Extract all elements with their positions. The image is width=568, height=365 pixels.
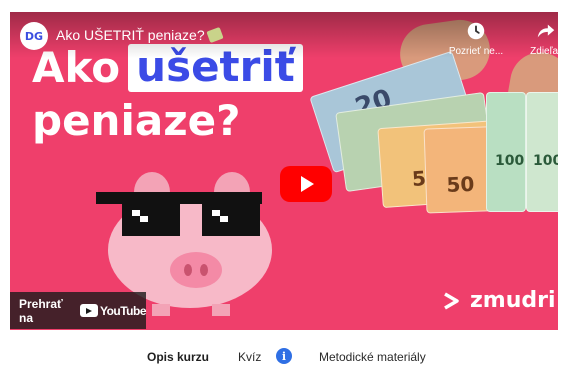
thumbnail-headline: Ako ušetriť peniaze? (32, 44, 303, 142)
share-icon (537, 24, 555, 38)
play-icon (301, 176, 314, 192)
money-emoji-icon (205, 26, 224, 44)
brand-name: zmudri (470, 288, 556, 313)
watch-later-button[interactable]: Pozrieť ne... (446, 20, 506, 57)
share-button[interactable]: Zdieľať (516, 20, 558, 57)
course-tabs: Opis kurzu Kvíz i Metodické materiály (0, 344, 568, 365)
watch-on-youtube-button[interactable]: Prehrať na YouTube (10, 292, 147, 329)
brand-logo: zmudri (442, 288, 556, 313)
banknote-value: 100 (495, 153, 525, 169)
tab-methodical-materials[interactable]: Metodické materiály (319, 350, 426, 364)
course-page: Ako ušetriť peniaze? 20 20 50 50 100 (0, 0, 568, 365)
banknote: 100 (526, 92, 558, 212)
tab-course-description[interactable]: Opis kurzu (147, 350, 209, 364)
clock-icon (467, 22, 485, 40)
banknote: 100 (486, 92, 526, 212)
channel-avatar[interactable]: DG (20, 22, 48, 50)
tab-quiz[interactable]: Kvíz (238, 350, 261, 364)
video-player[interactable]: Ako ušetriť peniaze? 20 20 50 50 100 (10, 12, 558, 330)
video-top-bar: DG Ako UŠETRIŤ peniaze? Pozrieť ne... Zd… (10, 12, 558, 58)
video-title[interactable]: Ako UŠETRIŤ peniaze? (56, 26, 224, 44)
youtube-play-icon (79, 304, 98, 317)
youtube-wordmark: YouTube (99, 303, 147, 318)
banknotes-illustration: 20 20 50 50 100 100 (300, 16, 558, 217)
share-label: Zdieľať (530, 46, 558, 57)
video-title-text: Ako UŠETRIŤ peniaze? (56, 27, 205, 43)
info-icon[interactable]: i (276, 348, 292, 364)
headline-line2: peniaze? (32, 96, 241, 145)
youtube-logo: YouTube (79, 303, 147, 318)
watch-on-label: Prehrať na (19, 296, 63, 325)
banknote-value: 100 (533, 153, 558, 169)
watch-later-label: Pozrieť ne... (448, 46, 504, 57)
zmudri-logo-icon (444, 291, 459, 310)
play-button[interactable] (280, 166, 332, 202)
banknote-value: 50 (446, 171, 475, 197)
